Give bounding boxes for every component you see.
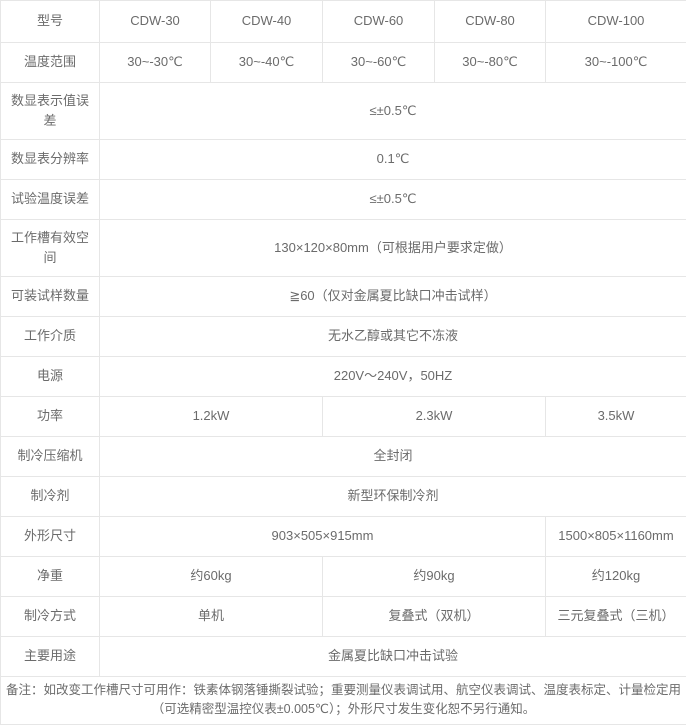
header-model-cdw-60: CDW-60	[323, 1, 435, 43]
note-line-1: 备注：如改变工作槽尺寸可用作：铁素体钢落锤撕裂试验；重要测量仪表调试用、航空仪表…	[6, 681, 681, 700]
cell-main-usage-0: 金属夏比缺口冲击试验	[100, 637, 686, 677]
cell-refrigerant-0: 新型环保制冷剂	[100, 477, 686, 517]
header-model-cdw-40: CDW-40	[211, 1, 323, 43]
table-row-power-rating: 功率1.2kW2.3kW3.5kW	[1, 397, 686, 437]
note-line-2: （可选精密型温控仪表±0.005℃）；外形尺寸发生变化恕不另行通知。	[6, 700, 681, 719]
cell-working-space-0: 130×120×80mm（可根据用户要求定做）	[100, 220, 686, 277]
row-label-working-medium: 工作介质	[1, 317, 100, 357]
cell-net-weight-1: 约90kg	[323, 557, 546, 597]
row-label-power-supply: 电源	[1, 357, 100, 397]
row-label-sample-capacity: 可装试样数量	[1, 277, 100, 317]
header-model-cdw-30: CDW-30	[100, 1, 211, 43]
cell-net-weight-0: 约60kg	[100, 557, 323, 597]
cell-working-medium-0: 无水乙醇或其它不冻液	[100, 317, 686, 357]
table-row-temp-range: 温度范围30~-30℃30~-40℃30~-60℃30~-80℃30~-100℃	[1, 43, 686, 83]
table-row-dimensions: 外形尺寸903×505×915mm1500×805×1160mm	[1, 517, 686, 557]
cell-power-rating-2: 3.5kW	[546, 397, 686, 437]
cell-cooling-method-1: 复叠式（双机）	[323, 597, 546, 637]
table-row-cooling-method: 制冷方式单机复叠式（双机）三元复叠式（三机）	[1, 597, 686, 637]
cell-temp-range-2: 30~-60℃	[323, 43, 435, 83]
row-label-dimensions: 外形尺寸	[1, 517, 100, 557]
note-cell: 备注：如改变工作槽尺寸可用作：铁素体钢落锤撕裂试验；重要测量仪表调试用、航空仪表…	[1, 677, 686, 725]
header-label-cell: 型号	[1, 1, 100, 43]
header-model-cdw-80: CDW-80	[435, 1, 546, 43]
table-row-net-weight: 净重约60kg约90kg约120kg	[1, 557, 686, 597]
row-label-test-temp-error: 试验温度误差	[1, 180, 100, 220]
row-label-compressor: 制冷压缩机	[1, 437, 100, 477]
cell-dimensions-0: 903×505×915mm	[100, 517, 546, 557]
row-label-net-weight: 净重	[1, 557, 100, 597]
header-model-cdw-100: CDW-100	[546, 1, 686, 43]
row-label-power-rating: 功率	[1, 397, 100, 437]
table-row-display-error: 数显表示值误差≤±0.5℃	[1, 83, 686, 140]
row-label-display-resolution: 数显表分辨率	[1, 140, 100, 180]
table-row-refrigerant: 制冷剂新型环保制冷剂	[1, 477, 686, 517]
table-row-working-medium: 工作介质无水乙醇或其它不冻液	[1, 317, 686, 357]
cell-power-rating-0: 1.2kW	[100, 397, 323, 437]
cell-power-supply-0: 220V～240V，50HZ	[100, 357, 686, 397]
row-label-display-error: 数显表示值误差	[1, 83, 100, 140]
row-label-working-space: 工作槽有效空间	[1, 220, 100, 277]
cell-sample-capacity-0: ≧60（仅对金属夏比缺口冲击试样）	[100, 277, 686, 317]
cell-compressor-0: 全封闭	[100, 437, 686, 477]
specification-table: 型号CDW-30CDW-40CDW-60CDW-80CDW-100温度范围30~…	[0, 0, 686, 725]
cell-test-temp-error-0: ≤±0.5℃	[100, 180, 686, 220]
cell-temp-range-1: 30~-40℃	[211, 43, 323, 83]
table-row-test-temp-error: 试验温度误差≤±0.5℃	[1, 180, 686, 220]
table-row-note: 备注：如改变工作槽尺寸可用作：铁素体钢落锤撕裂试验；重要测量仪表调试用、航空仪表…	[1, 677, 686, 725]
cell-display-resolution-0: 0.1℃	[100, 140, 686, 180]
cell-cooling-method-0: 单机	[100, 597, 323, 637]
specification-table-body: 型号CDW-30CDW-40CDW-60CDW-80CDW-100温度范围30~…	[1, 1, 686, 725]
row-label-refrigerant: 制冷剂	[1, 477, 100, 517]
cell-display-error-0: ≤±0.5℃	[100, 83, 686, 140]
table-row-sample-capacity: 可装试样数量≧60（仅对金属夏比缺口冲击试样）	[1, 277, 686, 317]
table-row-power-supply: 电源220V～240V，50HZ	[1, 357, 686, 397]
cell-temp-range-3: 30~-80℃	[435, 43, 546, 83]
cell-cooling-method-2: 三元复叠式（三机）	[546, 597, 686, 637]
table-row-compressor: 制冷压缩机全封闭	[1, 437, 686, 477]
table-header-row: 型号CDW-30CDW-40CDW-60CDW-80CDW-100	[1, 1, 686, 43]
cell-temp-range-0: 30~-30℃	[100, 43, 211, 83]
cell-net-weight-2: 约120kg	[546, 557, 686, 597]
table-row-display-resolution: 数显表分辨率0.1℃	[1, 140, 686, 180]
cell-temp-range-4: 30~-100℃	[546, 43, 686, 83]
cell-power-rating-1: 2.3kW	[323, 397, 546, 437]
row-label-cooling-method: 制冷方式	[1, 597, 100, 637]
row-label-main-usage: 主要用途	[1, 637, 100, 677]
row-label-temp-range: 温度范围	[1, 43, 100, 83]
table-row-working-space: 工作槽有效空间130×120×80mm（可根据用户要求定做）	[1, 220, 686, 277]
table-row-main-usage: 主要用途金属夏比缺口冲击试验	[1, 637, 686, 677]
cell-dimensions-1: 1500×805×1160mm	[546, 517, 686, 557]
